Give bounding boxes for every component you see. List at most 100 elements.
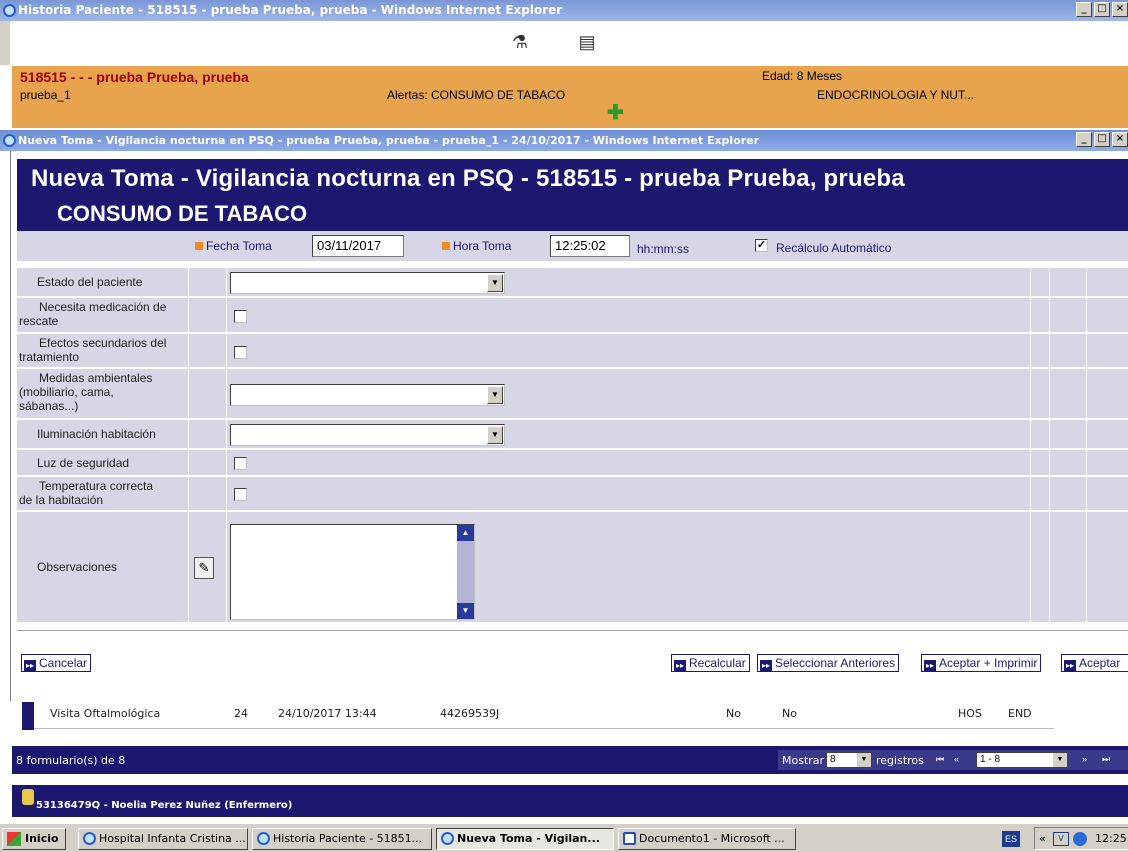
- extra-cell: [1032, 450, 1050, 475]
- observaciones-textarea[interactable]: ▲ ▼: [230, 524, 475, 620]
- temperatura-checkbox[interactable]: [234, 488, 247, 501]
- extra-cell: [1051, 369, 1087, 418]
- scroll-up-icon[interactable]: ▲: [457, 525, 474, 541]
- double-arrow-icon: ▸▸: [924, 660, 936, 672]
- row-value-cell: [228, 298, 1031, 332]
- maximize-button[interactable]: □: [1094, 2, 1110, 17]
- patient-age: Edad: 8 Meses: [762, 69, 843, 83]
- row-icon-cell: [190, 369, 227, 418]
- row-label: Observaciones: [17, 512, 189, 622]
- recalcular-button[interactable]: ▸▸ Recalcular: [671, 654, 750, 672]
- first-page-icon[interactable]: ⏮: [936, 754, 944, 765]
- extra-cell: [1088, 420, 1128, 448]
- date-row: Fecha Toma 03/11/2017 Hora Toma 12:25:02…: [17, 231, 1128, 261]
- antivirus-icon[interactable]: V: [1053, 832, 1069, 846]
- medidas-select[interactable]: ▼: [230, 384, 505, 406]
- tray-expand-icon[interactable]: «: [1039, 828, 1046, 849]
- inner-window-controls: _ □ ×: [1076, 132, 1128, 148]
- hora-input[interactable]: 12:25:02: [550, 235, 630, 257]
- fecha-input[interactable]: 03/11/2017: [312, 235, 404, 257]
- chevron-down-icon[interactable]: ▼: [487, 426, 503, 444]
- textarea-scrollbar[interactable]: ▲ ▼: [457, 525, 474, 619]
- hora-label: Hora Toma: [442, 239, 511, 253]
- necesita-checkbox[interactable]: [234, 310, 247, 323]
- extra-cell: [1032, 477, 1050, 510]
- estado-select[interactable]: ▼: [230, 272, 505, 294]
- list-item-name: Visita Oftalmológica: [50, 707, 161, 720]
- chevron-down-icon[interactable]: ▼: [487, 386, 503, 404]
- extra-cell: [1051, 268, 1087, 296]
- document-icon[interactable]: ▤: [577, 31, 597, 53]
- minimize-button[interactable]: _: [1076, 132, 1092, 147]
- outer-window-titlebar[interactable]: Historia Paciente - 518515 - prueba Prue…: [0, 0, 1128, 21]
- microscope-icon[interactable]: ⚗: [510, 31, 530, 53]
- system-tray: « V 12:25: [1034, 827, 1128, 850]
- start-button[interactable]: Inicio: [2, 828, 66, 850]
- maximize-button[interactable]: □: [1094, 132, 1110, 147]
- row-label: Temperatura correcta de la habitación: [17, 477, 189, 510]
- prev-page-icon[interactable]: «: [954, 754, 959, 764]
- iluminacion-select[interactable]: ▼: [230, 424, 505, 446]
- extra-cell: [1088, 450, 1128, 475]
- add-icon[interactable]: ✚: [607, 103, 624, 123]
- spacer: [12, 774, 1128, 785]
- form-header: Nueva Toma - Vigilancia nocturna en PSQ …: [17, 159, 1128, 231]
- extra-cell: [1051, 477, 1087, 510]
- row-icon-cell: [190, 268, 227, 296]
- close-button[interactable]: ×: [1112, 132, 1128, 147]
- taskbar-item-documento[interactable]: Documento1 - Microsoft ...: [618, 828, 796, 850]
- row-label: Efectos secundarios del tratamiento: [17, 334, 189, 367]
- extra-cell: [1032, 512, 1050, 622]
- row-label: Iluminación habitación: [17, 420, 189, 448]
- last-page-icon[interactable]: ⏭: [1102, 754, 1110, 765]
- form-window: Nueva Toma - Vigilancia nocturna en PSQ …: [10, 151, 1128, 701]
- aceptar-button[interactable]: ▸▸ Aceptar: [1061, 654, 1128, 672]
- chevron-down-icon[interactable]: ▼: [1053, 753, 1067, 767]
- aceptar-imprimir-button[interactable]: ▸▸ Aceptar + Imprimir: [921, 654, 1042, 672]
- seleccionar-anteriores-button[interactable]: ▸▸ Seleccionar Anteriores: [757, 654, 900, 672]
- patient-header: 518515 - - - prueba Prueba, prueba prueb…: [12, 66, 1128, 128]
- row-value-cell: ▼: [228, 420, 1031, 448]
- page-range-select[interactable]: 1 - 8 ▼: [976, 752, 1068, 768]
- efectos-checkbox[interactable]: [234, 346, 247, 359]
- windows-logo-icon: [7, 832, 21, 846]
- form-row-iluminacion: Iluminación habitación ▼: [17, 420, 1128, 449]
- hora-format-hint: hh:mm:ss: [637, 242, 690, 256]
- extra-cell: [1051, 298, 1087, 332]
- extra-cell: [1051, 334, 1087, 367]
- extra-cell: [1032, 420, 1050, 448]
- word-icon: [623, 832, 636, 845]
- minimize-button[interactable]: _: [1076, 2, 1092, 17]
- inner-window-title: Nueva Toma - Vigilancia nocturna en PSQ …: [18, 134, 760, 147]
- cancelar-button[interactable]: ▸▸ Cancelar: [21, 654, 92, 672]
- inner-window-titlebar[interactable]: Nueva Toma - Vigilancia nocturna en PSQ …: [0, 130, 1128, 151]
- row-marker: [22, 702, 34, 730]
- recalc-checkbox[interactable]: ✓: [755, 239, 768, 252]
- network-icon[interactable]: [1073, 832, 1087, 846]
- patient-user: prueba_1: [20, 88, 71, 102]
- list-item[interactable]: Visita Oftalmológica 24 24/10/2017 13:44…: [12, 702, 1128, 746]
- language-indicator[interactable]: ES: [1002, 831, 1020, 847]
- fecha-label: Fecha Toma: [195, 239, 272, 253]
- taskbar-item-nueva-toma[interactable]: Nueva Toma - Vigilan...: [436, 828, 614, 850]
- extra-cell: [1088, 268, 1128, 296]
- per-page-select[interactable]: 8 ▼: [826, 752, 872, 768]
- double-arrow-icon: ▸▸: [760, 660, 772, 672]
- luz-checkbox[interactable]: [234, 457, 247, 470]
- close-button[interactable]: ×: [1112, 2, 1128, 17]
- recalc-label: Recálculo Automático: [776, 241, 892, 255]
- row-icon-cell: [190, 334, 227, 367]
- patient-name: 518515 - - - prueba Prueba, prueba: [20, 69, 249, 85]
- next-page-icon[interactable]: »: [1082, 754, 1087, 764]
- taskbar-item-historia[interactable]: Historia Paciente - 51851...: [252, 828, 432, 850]
- patient-alert[interactable]: Alertas: CONSUMO DE TABACO: [387, 88, 565, 102]
- taskbar-item-hospital[interactable]: Hospital Infanta Cristina ...: [78, 828, 248, 850]
- scroll-down-icon[interactable]: ▼: [457, 603, 474, 619]
- chevron-down-icon[interactable]: ▼: [857, 753, 871, 767]
- taskbar: Inicio Hospital Infanta Cristina ... His…: [0, 823, 1128, 852]
- form-row-temperatura: Temperatura correcta de la habitación: [17, 477, 1128, 511]
- chevron-down-icon[interactable]: ▼: [487, 274, 503, 292]
- mostrar-label: Mostrar: [782, 754, 825, 767]
- notepad-icon[interactable]: ✎: [194, 557, 214, 579]
- list-item-col4: END: [1008, 707, 1032, 720]
